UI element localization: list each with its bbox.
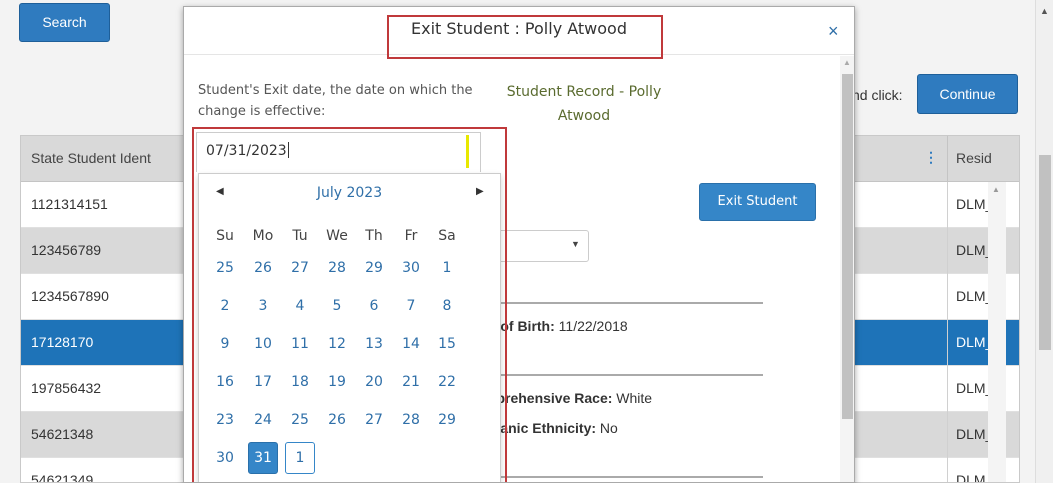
divider (484, 374, 763, 376)
modal-header: Exit Student : Polly Atwood × (184, 7, 854, 59)
student-id-cell: 1234567890 (31, 288, 109, 304)
column-divider (947, 136, 948, 182)
divider (484, 302, 763, 304)
column-divider (947, 274, 948, 320)
search-button[interactable]: Search (19, 3, 110, 42)
comprehensive-race: mprehensive Race: White (484, 390, 653, 406)
modal-body: Student's Exit date, the date on which t… (184, 56, 839, 482)
close-icon[interactable]: × (828, 21, 839, 42)
continue-button[interactable]: Continue (917, 74, 1018, 114)
exit-date-label: Student's Exit date, the date on which t… (198, 83, 473, 119)
student-id-cell: 1121314151 (31, 196, 108, 212)
column-divider (947, 458, 948, 482)
modal-scrollbar[interactable]: ▲ (840, 56, 854, 482)
student-id-cell: 197856432 (31, 380, 102, 396)
scroll-thumb[interactable] (842, 74, 853, 419)
scroll-up-icon[interactable]: ▲ (1040, 6, 1049, 16)
student-record-title: Student Record - Polly Atwood (506, 84, 662, 124)
student-id-cell: 123456789 (31, 242, 102, 258)
student-id-cell: 54621349 (31, 472, 94, 483)
modal-title: Exit Student : Polly Atwood (411, 19, 627, 38)
column-divider (947, 228, 948, 274)
column-header-state-student-id[interactable]: State Student Ident (31, 150, 151, 166)
scroll-up-icon[interactable]: ▲ (992, 185, 1000, 194)
datepicker-highlight-box (192, 127, 507, 482)
chevron-down-icon: ▼ (571, 239, 580, 249)
divider (484, 476, 763, 478)
student-id-cell: 54621348 (31, 426, 94, 442)
column-menu-icon[interactable]: ⋮ (924, 149, 938, 166)
student-id-cell: 17128170 (31, 334, 94, 350)
column-divider (947, 320, 948, 366)
column-divider (947, 182, 948, 228)
column-header-resid[interactable]: Resid (956, 150, 992, 166)
exit-student-button[interactable]: Exit Student (699, 183, 816, 221)
instruction-text: nd click: (852, 87, 903, 103)
exit-student-modal: Exit Student : Polly Atwood × Student's … (183, 6, 855, 483)
page-scrollbar[interactable]: ▲ (1035, 0, 1053, 483)
column-divider (947, 412, 948, 458)
column-divider (947, 366, 948, 412)
scroll-thumb[interactable] (1039, 155, 1051, 350)
grid-scrollbar[interactable]: ▲ (988, 182, 1006, 482)
scroll-up-icon[interactable]: ▲ (843, 58, 851, 67)
